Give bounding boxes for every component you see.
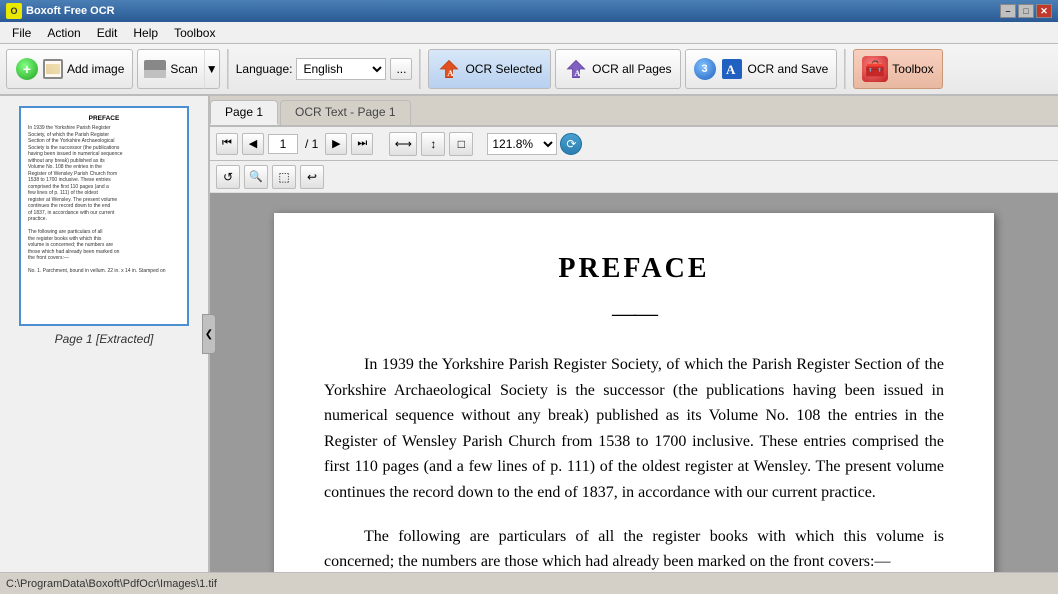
separator-2 (419, 49, 421, 89)
ocr-save-a-icon: A (720, 57, 744, 81)
zoom-width-button[interactable]: ⟷ (389, 132, 417, 156)
zoom-fit-button[interactable]: □ (449, 132, 473, 156)
crop-button[interactable]: ⬚ (272, 165, 296, 189)
paragraph-1: In 1939 the Yorkshire Parish Register So… (324, 352, 944, 506)
page-number-input[interactable] (268, 134, 298, 154)
scan-button-group[interactable]: Scan ▼ (137, 49, 219, 89)
document-divider: —— (324, 301, 944, 328)
close-button[interactable]: ✕ (1036, 4, 1052, 18)
main-toolbar: + Add image Scan ▼ Language: English ... (0, 44, 1058, 96)
menu-edit[interactable]: Edit (89, 24, 126, 42)
add-image-icon: + (15, 57, 39, 81)
separator-3 (844, 49, 846, 89)
zoom-mode-button[interactable]: 🔍 (244, 165, 268, 189)
tab-page1[interactable]: Page 1 (210, 100, 278, 125)
document-content[interactable]: PREFACE —— In 1939 the Yorkshire Parish … (210, 193, 1058, 572)
document-body: In 1939 the Yorkshire Parish Register So… (324, 352, 944, 572)
thumbnail-panel: PREFACE In 1939 the Yorkshire Parish Reg… (0, 96, 210, 572)
panel-collapse-button[interactable]: ❮ (202, 314, 216, 354)
tab-bar: Page 1 OCR Text - Page 1 (210, 96, 1058, 127)
language-selector-area: Language: English ... (236, 58, 413, 80)
ocr-selected-icon: A (437, 57, 461, 81)
thumbnail-image: PREFACE In 1939 the Yorkshire Parish Reg… (24, 111, 184, 321)
zoom-height-button[interactable]: ↕ (421, 132, 445, 156)
zoom-reset-button[interactable]: ⟳ (560, 133, 582, 155)
menu-file[interactable]: File (4, 24, 39, 42)
status-path: C:\ProgramData\Boxoft\PdfOcr\Images\1.ti… (6, 578, 217, 590)
next-page-button[interactable]: ▶ (325, 133, 347, 155)
last-page-button[interactable]: ⏭ (351, 133, 373, 155)
ocr-all-button[interactable]: A OCR all Pages (555, 49, 680, 89)
document-page: PREFACE —— In 1939 the Yorkshire Parish … (274, 213, 994, 572)
menu-bar: File Action Edit Help Toolbox (0, 22, 1058, 44)
language-label: Language: (236, 62, 293, 76)
tab-ocr-text[interactable]: OCR Text - Page 1 (280, 100, 411, 125)
add-image-button[interactable]: + Add image (6, 49, 133, 89)
edit-toolbar: ↺ 🔍 ⬚ ↩ (210, 161, 1058, 193)
ocr-all-label: OCR all Pages (592, 62, 671, 76)
minimize-button[interactable]: – (1000, 4, 1016, 18)
ocr-save-circle-icon: 3 (694, 58, 716, 80)
window-controls: – □ ✕ (1000, 4, 1052, 18)
first-page-button[interactable]: ⏮ (216, 133, 238, 155)
svg-text:A: A (726, 62, 736, 77)
document-panel: Page 1 OCR Text - Page 1 ⏮ ◀ / 1 ▶ ⏭ ⟷ ↕… (210, 96, 1058, 572)
title-bar: O Boxoft Free OCR – □ ✕ (0, 0, 1058, 22)
menu-toolbox[interactable]: Toolbox (166, 24, 223, 42)
window-title: Boxoft Free OCR (26, 5, 115, 17)
status-bar: C:\ProgramData\Boxoft\PdfOcr\Images\1.ti… (0, 572, 1058, 594)
app-icon: O (6, 3, 22, 19)
paragraph-2: The following are particulars of all the… (324, 524, 944, 572)
undo-button[interactable]: ↩ (300, 165, 324, 189)
zoom-area: 121.8% 100% 150% 75% 50% ⟳ (487, 133, 582, 155)
maximize-button[interactable]: □ (1018, 4, 1034, 18)
page-total: / 1 (305, 137, 318, 151)
ocr-save-label: OCR and Save (748, 62, 829, 76)
main-area: PREFACE In 1939 the Yorkshire Parish Reg… (0, 96, 1058, 572)
thumbnail-label: Page 1 [Extracted] (55, 332, 154, 346)
zoom-select[interactable]: 121.8% 100% 150% 75% 50% (487, 133, 557, 155)
scan-label: Scan (170, 62, 197, 76)
language-more-button[interactable]: ... (390, 58, 412, 80)
scan-dropdown-button[interactable]: ▼ (204, 49, 220, 89)
thumbnail-page1[interactable]: PREFACE In 1939 the Yorkshire Parish Reg… (19, 106, 189, 326)
menu-action[interactable]: Action (39, 24, 88, 42)
svg-text:A: A (448, 68, 455, 78)
ocr-save-button[interactable]: 3 A OCR and Save (685, 49, 838, 89)
toolbox-label: Toolbox (892, 62, 933, 76)
add-image-label: Add image (67, 62, 124, 76)
scan-button[interactable]: Scan (137, 49, 203, 89)
ocr-selected-label: OCR Selected (465, 62, 542, 76)
green-circle-icon: + (16, 58, 38, 80)
scan-icon (144, 60, 166, 78)
image-icon (43, 59, 63, 79)
document-title: PREFACE (324, 253, 944, 285)
prev-page-button[interactable]: ◀ (242, 133, 264, 155)
menu-help[interactable]: Help (125, 24, 166, 42)
toolbox-icon: 🧰 (862, 56, 888, 82)
svg-text:A: A (574, 68, 581, 78)
separator-1 (227, 49, 229, 89)
ocr-selected-button[interactable]: A OCR Selected (428, 49, 551, 89)
navigation-toolbar: ⏮ ◀ / 1 ▶ ⏭ ⟷ ↕ □ 121.8% 100% 150% 75% 5… (210, 127, 1058, 161)
language-select[interactable]: English (296, 58, 386, 80)
rotate-button[interactable]: ↺ (216, 165, 240, 189)
toolbox-button[interactable]: 🧰 Toolbox (853, 49, 942, 89)
ocr-all-icon: A (564, 57, 588, 81)
